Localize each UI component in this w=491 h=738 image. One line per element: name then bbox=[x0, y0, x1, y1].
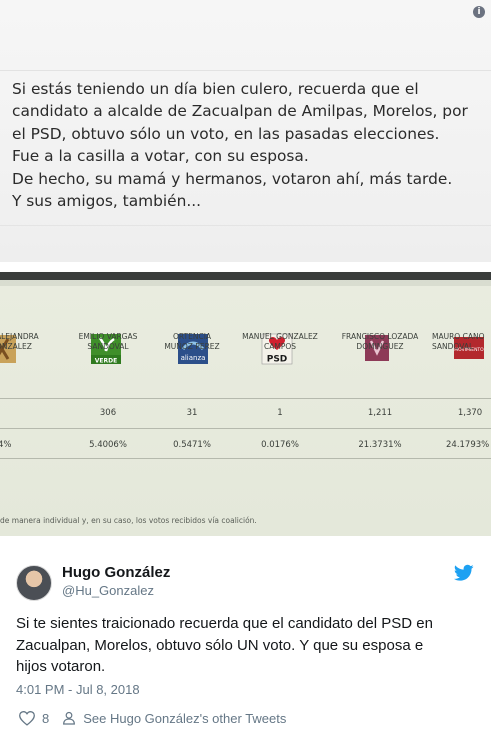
paper-fold-line bbox=[0, 225, 491, 226]
tweet-timestamp[interactable]: 4:01 PM - Jul 8, 2018 bbox=[16, 682, 140, 697]
candidate-name-line: ORTENCIA bbox=[172, 332, 212, 341]
candidate-name: MANUEL GONZALEZ CAMPOS bbox=[232, 332, 328, 351]
author-name[interactable]: Hugo González bbox=[62, 564, 170, 581]
other-tweets-link[interactable]: See Hugo González's other Tweets bbox=[83, 711, 286, 726]
vote-count: 306 bbox=[99, 408, 117, 418]
heart-icon[interactable] bbox=[18, 710, 36, 726]
tweet-actions: 8 See Hugo González's other Tweets bbox=[18, 709, 286, 727]
vote-percentage: 5.4006% bbox=[89, 440, 127, 450]
avatar[interactable] bbox=[16, 565, 52, 601]
svg-text:PSD: PSD bbox=[267, 355, 288, 365]
meme-line: candidato a alcalde de Zacualpan de Amil… bbox=[12, 102, 468, 121]
meme-line: Si estás teniendo un día bien culero, re… bbox=[12, 80, 419, 98]
candidate-name: ALEJANDRA ONZALEZ bbox=[0, 332, 52, 351]
vote-count: 1 bbox=[277, 408, 283, 418]
meme-line: De hecho, su mamá y hermanos, votaron ah… bbox=[12, 169, 453, 188]
candidate-name: EMILIO VARGAS SANDOVAL bbox=[66, 332, 150, 351]
like-count[interactable]: 8 bbox=[42, 711, 49, 726]
candidate-name-line: ALEJANDRA bbox=[0, 332, 39, 341]
tweet-line: Si te sientes traicionado recuerda que e… bbox=[16, 615, 433, 632]
vote-percentage: 0.5471% bbox=[173, 440, 211, 450]
vote-count: 1,370 bbox=[457, 408, 483, 418]
vote-percentage: 24.1793% bbox=[446, 440, 490, 450]
table-divider bbox=[0, 458, 491, 459]
vote-percentage: 21.3731% bbox=[358, 440, 402, 450]
meme-line: Fue a la casilla a votar, con su esposa. bbox=[12, 147, 309, 166]
candidate-name-line: SANDOVAL bbox=[432, 341, 474, 351]
vote-count: 1,211 bbox=[367, 408, 393, 418]
twitter-bird-icon[interactable] bbox=[454, 564, 474, 582]
vote-percentage: 4% bbox=[0, 440, 12, 450]
person-icon[interactable] bbox=[61, 710, 77, 726]
author-handle[interactable]: @Hu_Gonzalez bbox=[62, 583, 154, 598]
info-icon[interactable]: i bbox=[473, 6, 485, 18]
table-divider bbox=[0, 398, 491, 399]
table-divider bbox=[0, 428, 491, 429]
candidate-name-line: MUÑOZ PEREZ bbox=[164, 341, 220, 351]
candidate-name-line: MANUEL GONZALEZ bbox=[242, 332, 318, 341]
tweet-line: Zacualpan, Morelos, obtuvo sólo UN voto.… bbox=[16, 636, 424, 654]
meme-line: el PSD, obtuvo sólo un voto, en las pasa… bbox=[12, 124, 440, 143]
candidate-name-line: DOMINGUEZ bbox=[356, 341, 404, 351]
vote-percentage: 0.0176% bbox=[261, 440, 299, 450]
svg-text:VERDE: VERDE bbox=[95, 358, 117, 365]
svg-text:alianza: alianza bbox=[181, 354, 206, 362]
candidate-name: FRANCISCO LOZADA DOMINGUEZ bbox=[330, 332, 430, 351]
tweet-text: Si te sientes traicionado recuerda que e… bbox=[16, 613, 478, 678]
candidate-name: ORTENCIA MUÑOZ PEREZ bbox=[152, 332, 232, 351]
candidate-name-line: CAMPOS bbox=[263, 341, 297, 351]
candidate-name: MAURO CANO SANDOVAL bbox=[432, 332, 491, 351]
candidate-name-line: EMILIO VARGAS bbox=[78, 332, 138, 341]
meme-line: Y sus amigos, también... bbox=[12, 192, 202, 211]
tweet-line: hijos votaron. bbox=[16, 658, 106, 675]
ballot-sheet bbox=[0, 286, 491, 536]
candidate-name-line: ONZALEZ bbox=[0, 341, 32, 351]
candidate-name-line: SANDOVAL bbox=[87, 341, 129, 351]
candidate-name-line: MAURO CANO bbox=[432, 332, 485, 341]
meme-text: Si estás teniendo un día bien culero, re… bbox=[12, 78, 487, 212]
vote-count: 31 bbox=[186, 408, 198, 418]
paper-fold-line bbox=[0, 70, 491, 71]
ballot-footnote: de manera individual y, en su caso, los … bbox=[0, 516, 257, 525]
candidate-name-line: FRANCISCO LOZADA bbox=[341, 332, 419, 341]
ballot-photo bbox=[0, 272, 491, 536]
